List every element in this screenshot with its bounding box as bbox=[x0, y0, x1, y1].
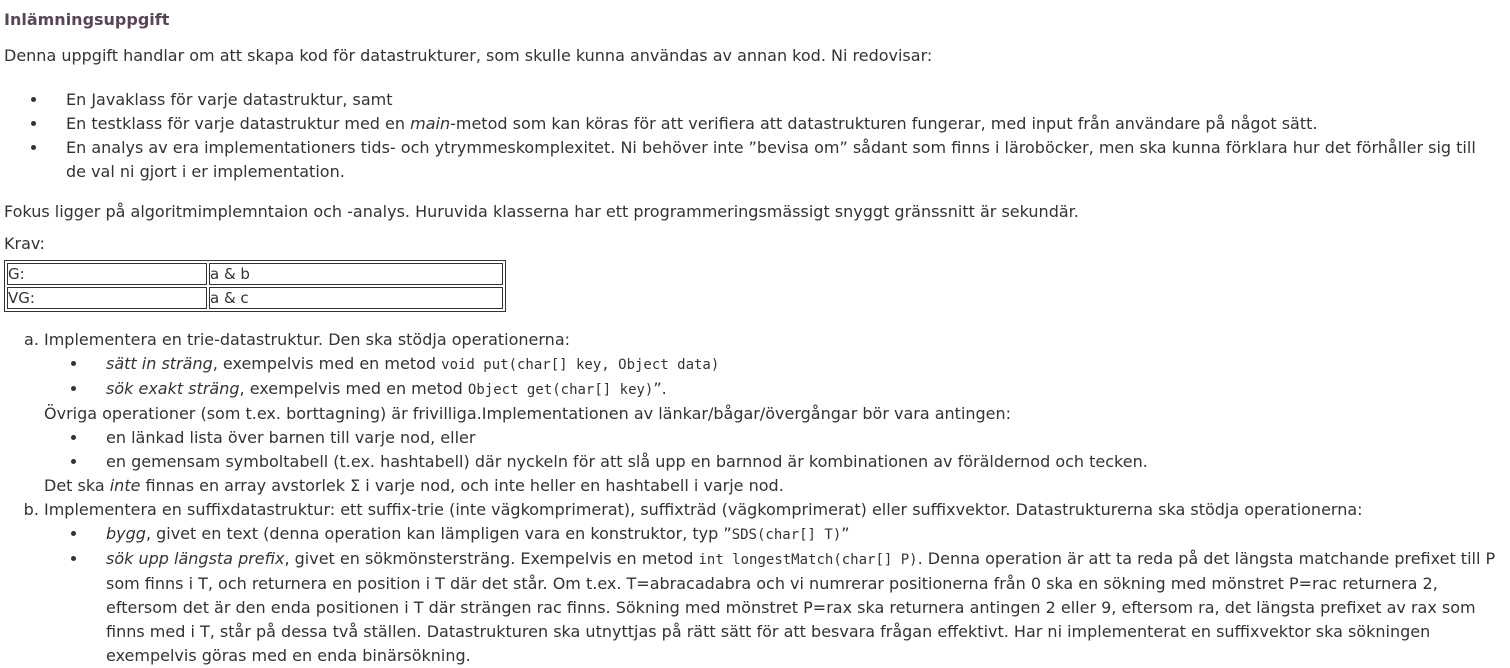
intro-text: Denna uppgift handlar om att skapa kod f… bbox=[4, 46, 933, 65]
task-a-link-options: en länkad lista över barnen till varje n… bbox=[44, 426, 1500, 474]
page-title: Inlämningsuppgift bbox=[4, 10, 170, 29]
deliverable-analysis: En analys av era implementationers tids-… bbox=[48, 136, 1500, 184]
deliverable-testclass: En testklass för varje datastruktur med … bbox=[48, 112, 1500, 136]
deliverables-list: En Javaklass för varje datastruktur, sam… bbox=[4, 88, 1500, 184]
grade-cell: G: bbox=[7, 263, 207, 285]
task-a-operations: sätt in sträng, exempelvis med en metod … bbox=[44, 352, 1500, 402]
deliverable-javaclass: En Javaklass för varje datastruktur, sam… bbox=[48, 88, 1500, 112]
list-item: en gemensam symboltabell (t.ex. hashtabe… bbox=[88, 450, 1500, 474]
code-snippet: Object get(char[] key) bbox=[467, 382, 654, 398]
task-a-note: Det ska inte finnas en array avstorlek Σ… bbox=[44, 476, 784, 495]
code-snippet: void put(char[] key, Object data) bbox=[441, 357, 720, 373]
list-item: sök upp längsta prefix, givet en sökmöns… bbox=[88, 547, 1500, 668]
list-item: sök exakt sträng, exempelvis med en meto… bbox=[88, 377, 1500, 402]
code-snippet: int longestMatch(char[] P) bbox=[698, 552, 918, 568]
krav-label: Krav: bbox=[4, 234, 45, 253]
task-b-operations: bygg, givet en text (denna operation kan… bbox=[44, 522, 1500, 668]
code-snippet: SDS(char[] T) bbox=[731, 527, 842, 543]
table-row: VG: a & c bbox=[7, 287, 503, 309]
task-list: Implementera en trie-datastruktur. Den s… bbox=[4, 328, 1500, 668]
task-a-other-ops: Övriga operationer (som t.ex. borttagnin… bbox=[44, 404, 1012, 423]
requirement-cell: a & b bbox=[209, 263, 503, 285]
table-row: G: a & b bbox=[7, 263, 503, 285]
list-item: en länkad lista över barnen till varje n… bbox=[88, 426, 1500, 450]
focus-text: Fokus ligger på algoritmimplemntaion och… bbox=[4, 202, 1079, 221]
requirement-cell: a & c bbox=[209, 287, 503, 309]
task-a: Implementera en trie-datastruktur. Den s… bbox=[44, 328, 1500, 498]
assignment-page: Inlämningsuppgift Denna uppgift handlar … bbox=[0, 0, 1510, 668]
list-item: bygg, givet en text (denna operation kan… bbox=[88, 522, 1500, 547]
main-method-emphasis: main bbox=[410, 114, 451, 133]
list-item: sätt in sträng, exempelvis med en metod … bbox=[88, 352, 1500, 377]
grade-cell: VG: bbox=[7, 287, 207, 309]
grade-table: G: a & b VG: a & c bbox=[4, 260, 506, 312]
